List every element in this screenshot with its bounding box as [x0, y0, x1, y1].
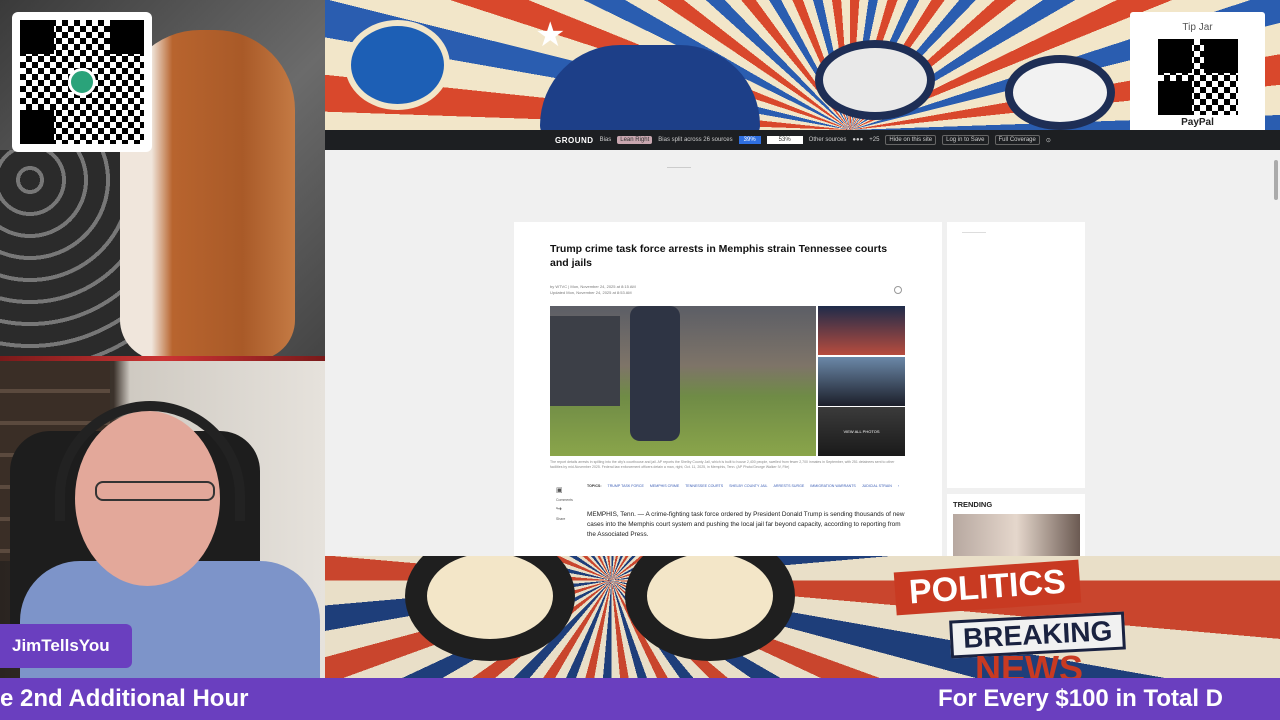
politics-sign: POLITICS: [893, 559, 1082, 616]
helmet-art: [540, 45, 760, 130]
topics-row: TOPICS: TRUMP TASK FORCE MEMPHIS CRIME T…: [587, 484, 899, 488]
article-card: Trump crime task force arrests in Memphi…: [514, 222, 942, 556]
topics-label: TOPICS:: [587, 484, 602, 488]
article-headline: Trump crime task force arrests in Memphi…: [550, 243, 888, 269]
ground-news-bar-extension: [1130, 130, 1280, 150]
article-actions: ▣ Comments ↪ Share: [556, 484, 573, 522]
tip-jar-title: Tip Jar: [1182, 22, 1213, 33]
scrollbar[interactable]: [1274, 160, 1278, 200]
ticker-text-right: For Every $100 in Total D: [938, 685, 1223, 712]
vehicle: [550, 316, 620, 406]
gallery-thumb-1[interactable]: [818, 306, 905, 355]
news-sign: NEWS: [975, 648, 1083, 678]
bias-split-text: Bias split across 26 sources: [658, 137, 733, 143]
page-divider: [667, 167, 691, 168]
megaphone-icon-2: [1005, 55, 1115, 130]
duck-logo-icon: [68, 68, 96, 96]
other-sources-label: Other sources: [808, 137, 847, 143]
trending-image[interactable]: [953, 514, 1080, 556]
ground-news-logo[interactable]: GROUND: [555, 136, 594, 145]
bias-label: Bias: [599, 137, 612, 143]
lean-badge: Lean Right: [617, 136, 653, 144]
share-icon[interactable]: ↪: [556, 503, 573, 517]
more-sources-count: +25: [869, 137, 880, 143]
topic-link[interactable]: MEMPHIS CRIME: [650, 484, 679, 488]
paypal-label: PayPal: [1181, 117, 1214, 128]
source-logos-icon: ●●●: [852, 137, 864, 143]
center-percent: 53%: [766, 136, 803, 144]
topic-link[interactable]: ARRESTS SURGE: [774, 484, 805, 488]
topic-link[interactable]: JUDICIAL STRAIN: [862, 484, 892, 488]
bottom-banner-art: POLITICS BREAKING NEWS: [325, 556, 1280, 678]
art-zero-1: [405, 556, 575, 661]
article-body: MEMPHIS, Tenn. — A crime-fighting task f…: [587, 511, 905, 538]
dog-camera-feed: [0, 0, 325, 358]
topic-link[interactable]: IMMIGRATION WARRANTS: [810, 484, 856, 488]
left-percent: 39%: [738, 136, 761, 144]
hero-image[interactable]: [550, 306, 816, 456]
streamer-nametag: JimTellsYou: [0, 624, 132, 668]
hide-on-site-button[interactable]: Hide on this site: [885, 135, 937, 145]
image-caption: The report details arrests in spilling i…: [550, 460, 895, 469]
topic-link[interactable]: SHELBY COUNTY JAIL: [729, 484, 767, 488]
comments-icon[interactable]: ▣: [556, 484, 573, 498]
topic-link[interactable]: TRUMP TASK FORCE: [608, 484, 644, 488]
topic-link[interactable]: TENNESSEE COURTS: [685, 484, 723, 488]
sidebar-divider: [962, 232, 986, 233]
ground-news-bar: GROUND Bias Lean Right Bias split across…: [325, 130, 1130, 150]
browser-page: Trump crime task force arrests in Memphi…: [325, 150, 1280, 556]
chevron-right-icon[interactable]: ›: [898, 484, 899, 488]
share-label: Share: [556, 517, 566, 521]
stream-layout: JimTellsYou ★ Tip Jar PayPal GROUND Bias…: [0, 0, 1280, 720]
article-byline: by WTVC | Mon, November 24, 2025 at 8:15…: [550, 284, 636, 296]
view-all-photos-button[interactable]: VIEW ALL PHOTOS: [818, 407, 905, 456]
art-zero-2: [625, 556, 795, 661]
trending-section: TRENDING: [947, 494, 1085, 556]
sidebar-ad: [947, 222, 1085, 488]
trending-label: TRENDING: [953, 500, 993, 509]
qr-code-left: [12, 12, 152, 152]
login-to-save-button[interactable]: Log in to Save: [942, 135, 989, 145]
megaphone-icon: [815, 40, 935, 120]
full-coverage-button[interactable]: Full Coverage: [994, 135, 1040, 145]
ticker-bar: e 2nd Additional Hour For Every $100 in …: [0, 678, 1280, 720]
bird-icon: [345, 20, 450, 110]
ticker-text-left: e 2nd Additional Hour: [0, 685, 249, 712]
star-icon: ★: [535, 16, 566, 54]
settings-icon[interactable]: ⊙: [1046, 137, 1051, 144]
updated-text: Updated Mon, November 24, 2025 at 8:53 A…: [550, 290, 632, 295]
gallery-thumb-2[interactable]: [818, 357, 905, 406]
qr-code-right: [1157, 39, 1238, 115]
officer: [630, 306, 680, 441]
info-icon[interactable]: [894, 286, 902, 294]
